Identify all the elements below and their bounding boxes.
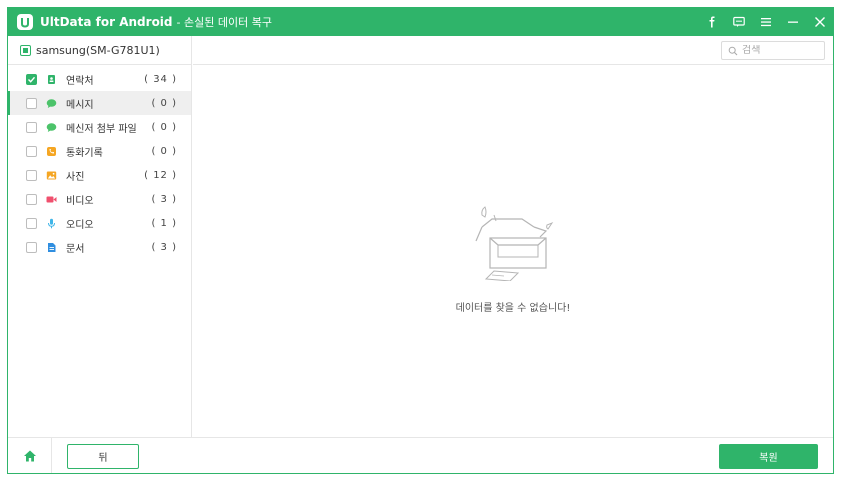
category-item-call-log[interactable]: 통화기록 ( 0 ) [8,139,191,163]
audio-icon [46,218,57,229]
call-log-icon [46,146,57,157]
back-button[interactable]: 뒤 [67,444,139,469]
checkbox[interactable] [26,241,37,253]
category-label: 오디오 [66,219,94,231]
search-box[interactable] [721,41,825,60]
menu-icon[interactable] [752,8,779,36]
checkbox[interactable] [26,217,37,229]
category-label: 사진 [66,171,85,183]
checkbox[interactable] [26,121,37,133]
category-item-messenger-attachments[interactable]: 메신저 첨부 파일 ( 0 ) [8,115,191,139]
close-icon[interactable] [806,8,833,36]
app-subtitle: - 손실된 데이터 복구 [176,16,272,29]
photo-icon [46,170,57,181]
category-count: ( 3 ) [151,193,177,205]
category-label: 메신저 첨부 파일 [66,123,137,135]
category-list: 연락처 ( 34 ) 메시지 ( 0 ) 메신저 첨부 파일 ( 0 ) 통화기… [8,65,191,259]
video-icon [46,194,57,205]
category-item-contacts[interactable]: 연락처 ( 34 ) [8,67,191,91]
home-icon [23,450,36,462]
category-count: ( 0 ) [151,121,177,133]
category-label: 비디오 [66,195,94,207]
message-icon [46,98,57,109]
category-label: 연락처 [66,75,94,87]
feedback-icon[interactable] [725,8,752,36]
category-item-audio[interactable]: 오디오 ( 1 ) [8,211,191,235]
category-count: ( 0 ) [151,97,177,109]
category-item-videos[interactable]: 비디오 ( 3 ) [8,187,191,211]
category-count: ( 1 ) [151,217,177,229]
category-label: 통화기록 [66,147,103,159]
category-count: ( 3 ) [151,241,177,253]
category-count: ( 12 ) [144,169,177,181]
app-logo-icon [17,14,33,30]
category-item-photos[interactable]: 사진 ( 12 ) [8,163,191,187]
title-bar: UltData for Android - 손실된 데이터 복구 [8,8,833,36]
sidebar: samsung(SM-G781U1) 연락처 ( 34 ) 메시지 ( 0 ) [8,36,192,437]
document-icon [46,242,57,253]
footer-bar: 뒤 복원 [8,437,833,473]
checkbox[interactable] [26,169,37,181]
device-icon [20,44,31,56]
app-name: UltData for Android [40,15,173,29]
device-name: samsung(SM-G781U1) [36,43,160,57]
restore-button[interactable]: 복원 [719,444,818,469]
main-panel: 데이터를 찾을 수 없습니다! [193,36,833,437]
empty-box-icon [475,206,554,281]
main-toolbar [193,36,833,65]
device-selector[interactable]: samsung(SM-G781U1) [8,36,191,65]
empty-state-message: 데이터를 찾을 수 없습니다! [455,303,571,314]
category-label: 메시지 [66,99,94,111]
minimize-icon[interactable] [779,8,806,36]
checkbox[interactable] [26,73,37,85]
home-button[interactable] [8,438,52,473]
category-count: ( 34 ) [144,73,177,85]
app-window: UltData for Android - 손실된 데이터 복구 samsung… [7,7,834,474]
category-count: ( 0 ) [151,145,177,157]
checkbox[interactable] [26,145,37,157]
category-item-messages[interactable]: 메시지 ( 0 ) [8,91,191,115]
category-label: 문서 [66,243,85,255]
checkbox[interactable] [26,97,37,109]
search-input[interactable] [742,45,812,56]
checkbox[interactable] [26,193,37,205]
messenger-icon [46,122,57,133]
category-item-documents[interactable]: 문서 ( 3 ) [8,235,191,259]
contacts-icon [46,74,57,85]
search-icon [728,46,738,55]
facebook-icon[interactable] [698,8,725,36]
